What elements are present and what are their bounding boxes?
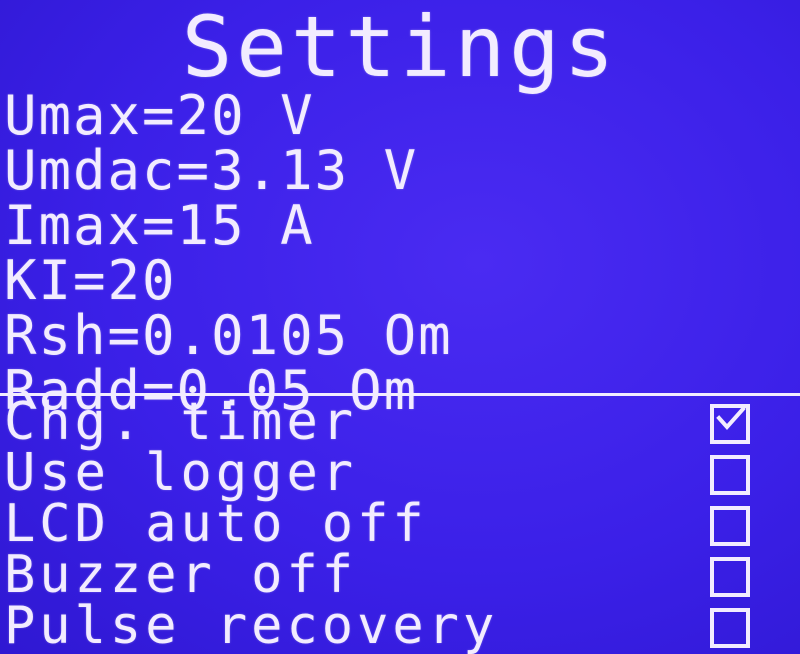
page-title: Settings (181, 0, 619, 96)
lcd-auto-off-checkbox[interactable] (710, 506, 750, 546)
param-umax[interactable]: Umax=20 V (4, 88, 453, 143)
parameter-list: Umax=20 V Umdac=3.13 V Imax=15 A KI=20 R… (4, 88, 453, 418)
options-list: Chg. timer Use logger LCD auto off Buzze… (0, 393, 800, 654)
option-use-logger[interactable]: Use logger (0, 443, 800, 503)
param-umdac[interactable]: Umdac=3.13 V (4, 143, 453, 198)
param-ki[interactable]: KI=20 (4, 253, 453, 308)
option-lcd-auto-off[interactable]: LCD auto off (0, 494, 800, 554)
chg-timer-checkbox[interactable] (710, 404, 750, 444)
use-logger-checkbox[interactable] (710, 455, 750, 495)
option-pulse-recovery[interactable]: Pulse recovery (0, 596, 800, 654)
option-label: LCD auto off (4, 494, 428, 554)
settings-screen: Settings Umax=20 V Umdac=3.13 V Imax=15 … (0, 0, 800, 654)
option-chg-timer[interactable]: Chg. timer (0, 392, 800, 452)
pulse-recovery-checkbox[interactable] (710, 608, 750, 648)
param-rsh[interactable]: Rsh=0.0105 Om (4, 308, 453, 363)
check-icon (716, 406, 746, 431)
option-label: Use logger (4, 443, 358, 503)
param-imax[interactable]: Imax=15 A (4, 198, 453, 253)
option-buzzer-off[interactable]: Buzzer off (0, 545, 800, 605)
option-label: Chg. timer (4, 392, 358, 452)
option-label: Pulse recovery (4, 596, 499, 654)
option-label: Buzzer off (4, 545, 358, 605)
buzzer-off-checkbox[interactable] (710, 557, 750, 597)
